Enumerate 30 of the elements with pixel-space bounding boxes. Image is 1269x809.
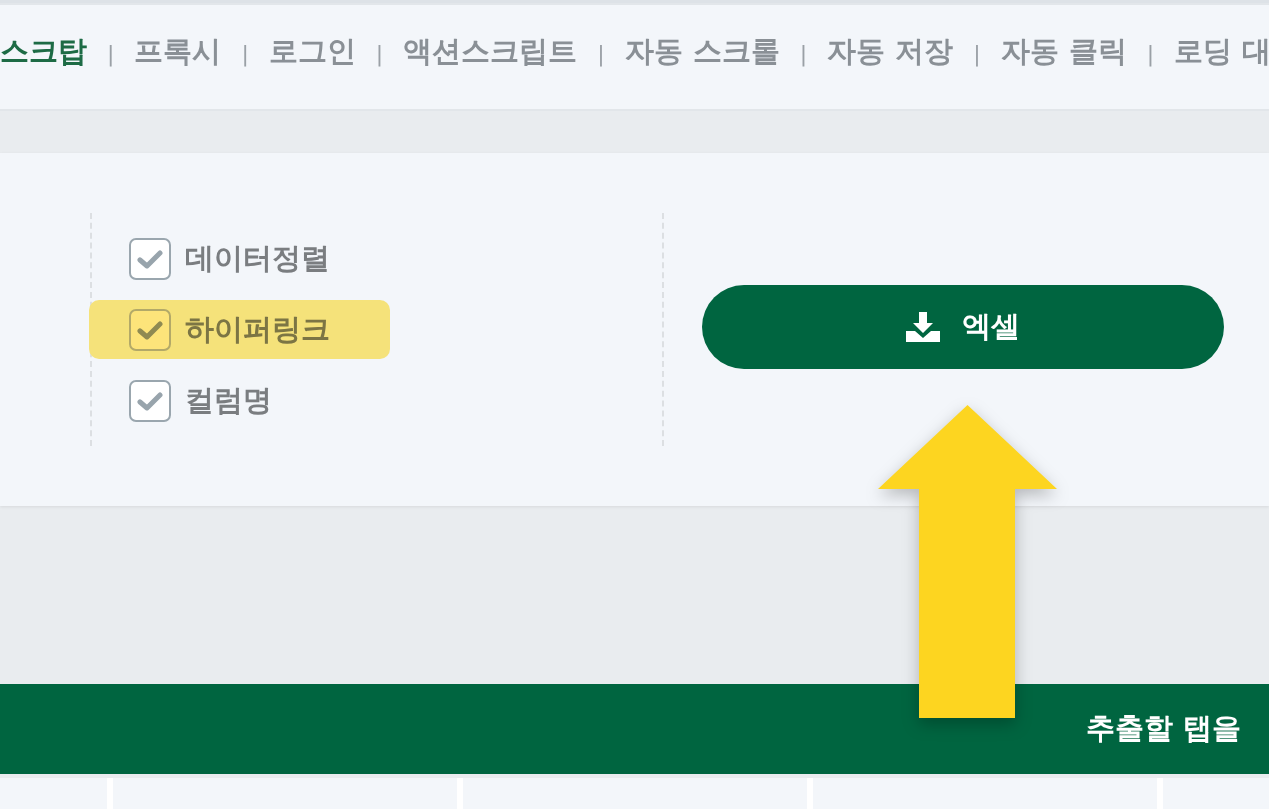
banner-text: 추출할 탭을 [1085, 710, 1241, 747]
check-icon [137, 247, 163, 270]
nav-tab[interactable]: 스크탑 [0, 32, 87, 72]
nav-tab[interactable]: 자동 저장 [827, 32, 954, 72]
download-icon [906, 311, 940, 342]
option-label: 하이퍼링크 [185, 310, 330, 348]
option-row[interactable]: 데이터정렬 [89, 229, 390, 288]
excel-button[interactable]: 엑셀 [702, 284, 1224, 369]
nav-separator: | [597, 40, 605, 66]
nav-tab[interactable]: 액션스크립트 [403, 32, 578, 72]
highlighted-option[interactable]: 하이퍼링크 [89, 300, 390, 359]
nav-separator: | [375, 40, 384, 66]
nav-separator: | [241, 40, 249, 66]
nav-separator: | [1146, 40, 1155, 66]
nav-tab[interactable]: 프록시 [134, 32, 222, 72]
checkbox[interactable] [129, 237, 171, 280]
option-row[interactable]: 컬럼명 [89, 371, 390, 430]
nav-tab[interactable]: 로그인 [268, 32, 356, 72]
nav-tab[interactable]: 자동 클릭 [1000, 32, 1127, 72]
nav-separator: | [799, 40, 808, 66]
checkbox[interactable] [129, 379, 171, 422]
nav-separator: | [973, 40, 981, 66]
option-label: 데이터정렬 [185, 239, 330, 277]
nav-tab[interactable]: 자동 스크롤 [624, 32, 780, 72]
nav-separator: | [107, 40, 115, 66]
check-icon [137, 318, 163, 341]
check-icon [137, 389, 163, 412]
checkbox[interactable] [129, 308, 171, 351]
nav-tab[interactable]: 로딩 대 [1174, 32, 1269, 72]
option-label: 컬럼명 [185, 381, 272, 419]
